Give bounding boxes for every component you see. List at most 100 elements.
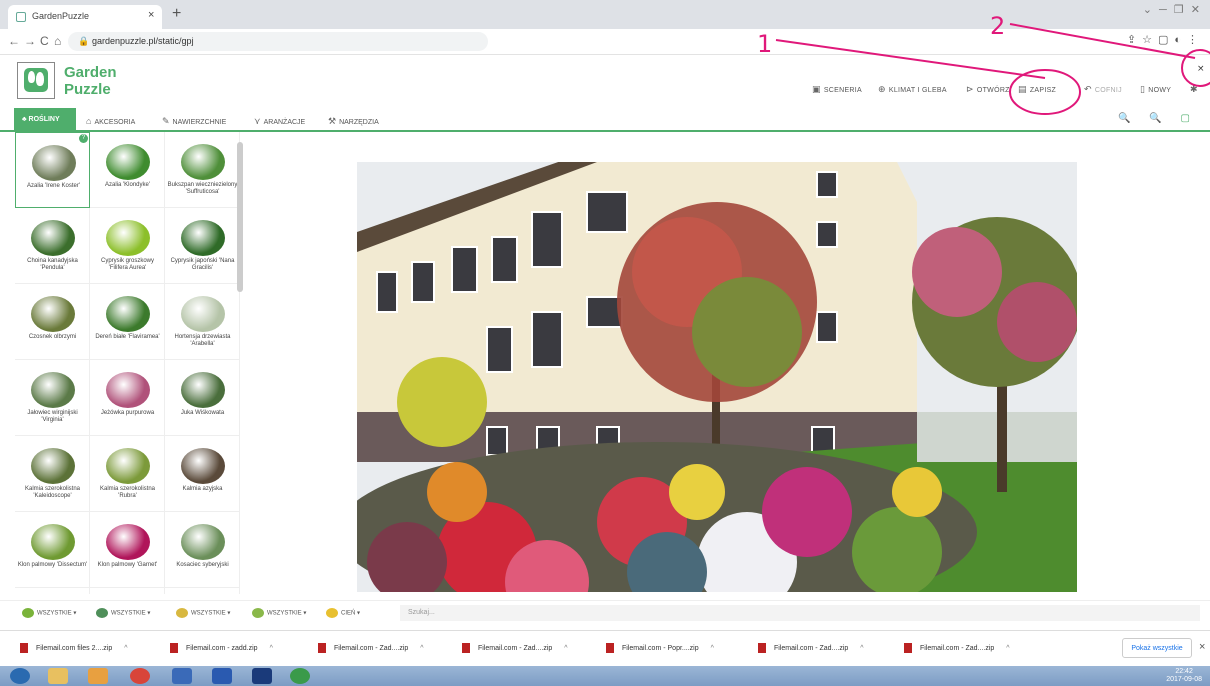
- garden-scene-canvas[interactable]: [357, 162, 1077, 592]
- plant-card[interactable]: Cyprysik groszkowy 'Filifera Aurea': [90, 208, 165, 284]
- plant-label: Jałowiec wirginijski 'Virginia': [27, 410, 78, 423]
- media-icon[interactable]: [88, 668, 108, 684]
- search-input[interactable]: Szukaj...: [400, 605, 1200, 621]
- tools-icon: ⚒: [328, 116, 337, 126]
- plant-thumbnail: [181, 220, 225, 256]
- svg-text:×: ×: [1197, 64, 1205, 74]
- tab-narzedzia[interactable]: ⚒ NARZĘDZIA: [328, 116, 379, 127]
- plant-thumbnail: [31, 372, 75, 408]
- plant-label: Azalia 'Klondyke': [105, 182, 150, 188]
- plant-card[interactable]: Kalmia azyjska: [165, 436, 240, 512]
- leaf-icon: [252, 608, 264, 618]
- category-nav: ♣ ROŚLINY ⌂ AKCESORIA ✎ NAWIERZCHNIE ⋎ ARAN…: [0, 108, 1210, 132]
- filter-habit[interactable]: WSZYSTKIE ▾: [96, 608, 150, 618]
- download-item[interactable]: Filemail.com - Popr....zip ^: [606, 643, 714, 653]
- tab-akcesoria[interactable]: ⌂ AKCESORIA: [86, 116, 135, 126]
- zip-file-icon: [904, 643, 912, 653]
- plant-icon: ♣: [22, 116, 27, 123]
- plant-thumbnail: [106, 524, 150, 560]
- plant-grid: Azalia 'Irene Koster'? Azalia 'Klondyke' B…: [15, 132, 240, 594]
- explorer-icon[interactable]: [48, 668, 68, 684]
- plant-label: Dereń białe 'Flaviramea': [95, 334, 160, 340]
- download-item[interactable]: Filemail.com files 2....zip ^: [20, 643, 128, 653]
- plant-thumbnail: [181, 372, 225, 408]
- plant-card[interactable]: [15, 588, 90, 594]
- app-icon[interactable]: [290, 668, 310, 684]
- plant-card[interactable]: Choina kanadyjska 'Pendula': [15, 208, 90, 284]
- filter-season[interactable]: WSZYSTKIE ▾: [176, 608, 230, 618]
- zip-file-icon: [20, 643, 28, 653]
- word-icon[interactable]: [212, 668, 232, 684]
- download-item[interactable]: Filemail.com - zadd.zip ^: [170, 643, 273, 653]
- plant-card[interactable]: [90, 588, 165, 594]
- plant-thumbnail: [32, 145, 76, 181]
- plant-card[interactable]: Kalmia szerokolistna 'Rubra': [90, 436, 165, 512]
- plant-grid-scrollbar[interactable]: [237, 142, 243, 292]
- plant-thumbnail: [181, 524, 225, 560]
- plant-label: Azalia 'Irene Koster': [27, 183, 80, 189]
- plant-label: Jeżówka purpurowa: [100, 410, 155, 416]
- plant-label: Juka Wiśkowata: [180, 410, 225, 416]
- tab-nawierzchnie[interactable]: ✎ NAWIERZCHNIE: [162, 116, 226, 127]
- download-item[interactable]: Filemail.com - Zad....zip ^: [904, 643, 1010, 653]
- plant-label: Klon palmowy 'Dissectum': [17, 562, 88, 568]
- plant-card[interactable]: Bukszpan wieczniezielony 'Suffruticosa': [165, 132, 240, 208]
- plant-card[interactable]: Dereń białe 'Flaviramea': [90, 284, 165, 360]
- plant-label: Klon palmowy 'Garnet': [97, 562, 158, 568]
- flower-icon: [176, 608, 188, 618]
- plant-card[interactable]: Jałowiec wirginijski 'Virginia': [15, 360, 90, 436]
- plant-card[interactable]: Jeżówka purpurowa: [90, 360, 165, 436]
- zip-file-icon: [462, 643, 470, 653]
- start-icon[interactable]: [10, 668, 30, 684]
- tab-rosliny[interactable]: ♣ ROŚLINY: [14, 108, 76, 132]
- plant-card[interactable]: Klon palmowy 'Dissectum': [15, 512, 90, 588]
- photoshop-icon[interactable]: [252, 668, 272, 684]
- plant-thumbnail: [31, 296, 75, 332]
- downloads-bar: Filemail.com files 2....zip ^ Filemail.co…: [0, 630, 1210, 666]
- zip-file-icon: [170, 643, 178, 653]
- plant-card[interactable]: Kosaciec syberyjski: [165, 512, 240, 588]
- chrome-icon[interactable]: [130, 668, 150, 684]
- plant-card[interactable]: Cyprysik japoński 'Nana Gracilis': [165, 208, 240, 284]
- download-item[interactable]: Filemail.com - Zad....zip ^: [758, 643, 864, 653]
- download-item[interactable]: Filemail.com - Zad....zip ^: [318, 643, 424, 653]
- plant-card[interactable]: Kalmia szerokolistna 'Kaleidoscope': [15, 436, 90, 512]
- plant-thumbnail: [106, 372, 150, 408]
- plant-thumbnail: [31, 524, 75, 560]
- info-badge-icon[interactable]: ?: [79, 134, 88, 143]
- download-item[interactable]: Filemail.com - Zad....zip ^: [462, 643, 568, 653]
- save-app-icon[interactable]: [172, 668, 192, 684]
- annotation-number-1: 1: [757, 30, 773, 58]
- yellow-tree: [397, 357, 487, 447]
- plant-thumbnail: [31, 448, 75, 484]
- tree-icon: [22, 608, 34, 618]
- plant-card[interactable]: Azalia 'Irene Koster'?: [15, 132, 90, 208]
- annotation-number-2: 2: [990, 12, 1006, 40]
- filter-light[interactable]: cień ▾: [326, 608, 360, 618]
- zip-file-icon: [318, 643, 326, 653]
- plant-label: Czosnek olbrzymi: [28, 334, 77, 340]
- plant-label: Cyprysik japoński 'Nana Gracilis': [170, 258, 235, 271]
- plant-thumbnail: [31, 220, 75, 256]
- tab-aranzacje[interactable]: ⋎ ARANŻACJE: [254, 116, 305, 127]
- plant-card[interactable]: Azalia 'Klondyke': [90, 132, 165, 208]
- plant-thumbnail: [106, 144, 150, 180]
- arrange-icon: ⋎: [254, 116, 261, 126]
- plant-card[interactable]: Czosnek olbrzymi: [15, 284, 90, 360]
- zoom-controls[interactable]: 🔍 🔍 ▢: [1118, 113, 1198, 124]
- plant-thumbnail: [181, 144, 225, 180]
- plant-label: Bukszpan wieczniezielony 'Suffruticosa': [167, 182, 238, 195]
- plant-card[interactable]: Hortensja drzewiasta 'Arabella': [165, 284, 240, 360]
- plant-thumbnail: [181, 448, 225, 484]
- plant-card[interactable]: [165, 588, 240, 594]
- filter-color[interactable]: WSZYSTKIE ▾: [252, 608, 306, 618]
- plant-card[interactable]: Klon palmowy 'Garnet': [90, 512, 165, 588]
- plant-label: Kalmia azyjska: [182, 486, 223, 492]
- plant-thumbnail: [106, 448, 150, 484]
- filter-type[interactable]: WSZYSTKIE ▾: [22, 608, 76, 618]
- show-all-downloads-button[interactable]: Pokaż wszystkie: [1122, 638, 1192, 658]
- close-downloads-icon[interactable]: ×: [1199, 641, 1205, 653]
- os-taskbar: 22:42 2017-09-08: [0, 666, 1210, 686]
- sun-icon: [326, 608, 338, 618]
- plant-card[interactable]: Juka Wiśkowata: [165, 360, 240, 436]
